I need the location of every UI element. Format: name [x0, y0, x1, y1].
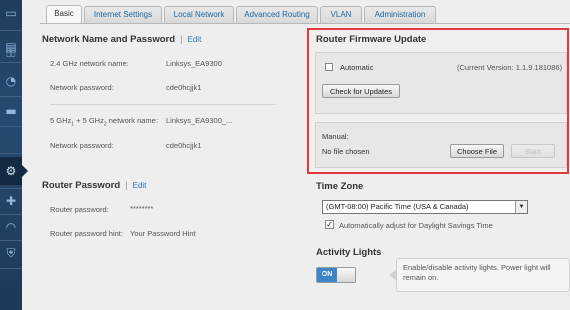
tab-administration[interactable]: Administration: [364, 6, 436, 23]
network-5-password-label: Network password:: [50, 141, 114, 150]
router-password-edit-link[interactable]: Edit: [133, 181, 147, 190]
network-5-label: 5 GHz1 + 5 GHz2 network name:: [50, 116, 158, 128]
router-password-label: Router password:: [50, 205, 109, 214]
tab-advanced-routing[interactable]: Advanced Routing: [236, 6, 318, 23]
tab-divider: [40, 23, 570, 24]
toggle-knob: [337, 268, 355, 282]
tab-vlan[interactable]: VLAN: [320, 6, 362, 23]
network-5-value: Linksys_EA9300_...: [166, 116, 233, 125]
network-24-password-value: cde0hcjjk1: [166, 83, 202, 92]
tab-local-network[interactable]: Local Network: [164, 6, 234, 23]
side-nav: ▭ ▤ ⚿ ◔ ▬ ⚙ ✚ ◠ ⛨: [0, 0, 22, 310]
nav-active-arrow: [22, 165, 28, 177]
activity-lights-info: Enable/disable activity lights. Power li…: [396, 258, 570, 292]
tab-basic[interactable]: Basic: [46, 5, 82, 24]
start-button[interactable]: Start: [511, 144, 555, 158]
network-24-password-label: Network password:: [50, 83, 114, 92]
network-title-text: Network Name and Password: [42, 34, 176, 45]
check-for-updates-button[interactable]: Check for Updates: [322, 84, 400, 98]
activity-lights-title: Activity Lights: [316, 247, 382, 258]
external-storage-icon[interactable]: ▬: [2, 102, 20, 120]
activity-lights-toggle[interactable]: ON: [316, 267, 356, 283]
time-zone-selected-value: (GMT-08:00) Pacific Time (USA & Canada): [326, 202, 469, 211]
router-password-hint-value: Your Password Hint: [130, 229, 196, 238]
speed-test-icon[interactable]: ◔: [2, 72, 20, 90]
firmware-automatic-label: Automatic: [340, 63, 374, 72]
time-zone-title: Time Zone: [316, 181, 364, 192]
router-icon[interactable]: ▭: [2, 4, 20, 22]
connectivity-gear-icon[interactable]: ⚙: [2, 162, 20, 180]
dst-checkbox[interactable]: ✓: [325, 220, 334, 229]
dst-label: Automatically adjust for Daylight Saving…: [339, 221, 493, 230]
network-24-label: 2.4 GHz network name:: [50, 59, 129, 68]
network-5-password-value: cde0hcjjk1: [166, 141, 202, 150]
choose-file-button[interactable]: Choose File: [450, 144, 504, 158]
time-zone-select[interactable]: (GMT-08:00) Pacific Time (USA & Canada) …: [322, 200, 528, 214]
tab-internet-settings[interactable]: Internet Settings: [84, 6, 162, 23]
network-edit-link[interactable]: Edit: [188, 35, 202, 44]
firmware-file-status: No file chosen: [322, 147, 370, 156]
network-divider: [50, 104, 276, 105]
router-password-section-title: Router Password | Edit: [42, 180, 147, 191]
wireless-icon[interactable]: ◠: [2, 218, 20, 236]
router-password-hint-label: Router password hint:: [50, 229, 123, 238]
firmware-title: Router Firmware Update: [316, 34, 427, 45]
router-password-title-text: Router Password: [42, 180, 121, 191]
network-24-value: Linksys_EA9300: [166, 59, 222, 68]
security-shield-icon[interactable]: ⛨: [2, 244, 20, 262]
toggle-on-label: ON: [317, 268, 337, 282]
chevron-down-icon[interactable]: ▼: [515, 201, 527, 213]
router-password-value: ********: [130, 204, 154, 213]
troubleshooting-icon[interactable]: ✚: [2, 192, 20, 210]
firmware-auto-panel: [315, 52, 567, 114]
firmware-current-version: (Current Version: 1.1.9.181086): [457, 63, 563, 72]
firmware-automatic-checkbox[interactable]: [325, 63, 333, 71]
parental-controls-icon[interactable]: ⚿: [2, 44, 20, 62]
info-pointer: [389, 270, 396, 280]
network-section-title: Network Name and Password | Edit: [42, 34, 202, 45]
firmware-manual-label: Manual:: [322, 132, 349, 141]
